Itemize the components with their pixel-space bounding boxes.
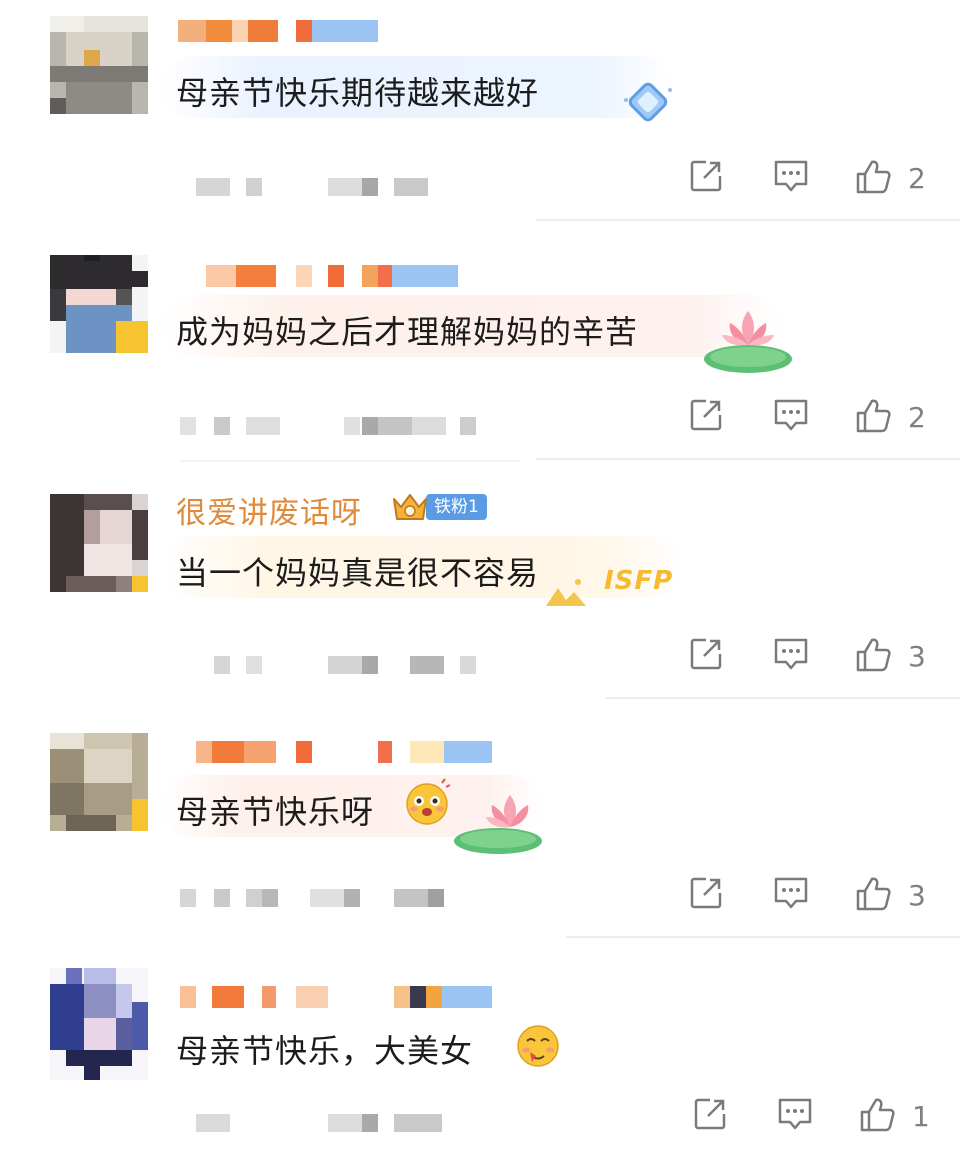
share-icon[interactable] (688, 636, 724, 672)
blushing-emoji-icon (406, 778, 451, 825)
comment-text: 成为妈妈之后才理解妈妈的辛苦 (176, 313, 639, 351)
comment-text: 母亲节快乐呀 (176, 793, 375, 831)
timestamp-blurred (180, 1114, 500, 1138)
comment-item: 母亲节快乐呀 3 (0, 717, 960, 956)
lotus-sticker-icon (454, 795, 542, 854)
lotus-sticker-icon (704, 311, 792, 373)
divider (536, 219, 960, 221)
timestamp-blurred (180, 178, 500, 202)
avatar[interactable] (50, 255, 148, 353)
thumbs-up-icon[interactable] (854, 397, 892, 435)
action-bar: 2 (680, 397, 940, 447)
thumbs-up-icon[interactable] (854, 636, 892, 674)
fan-badge-label: 铁粉1 (426, 494, 487, 520)
thumbs-up-icon[interactable] (854, 158, 892, 196)
share-icon[interactable] (688, 875, 724, 911)
like-count: 3 (908, 640, 926, 673)
comment-icon[interactable] (772, 636, 810, 672)
action-bar: 3 (680, 636, 940, 686)
divider (566, 936, 960, 938)
diamond-sticker-icon (624, 82, 672, 122)
hugging-emoji-icon (517, 1025, 559, 1067)
username-blurred[interactable] (178, 16, 508, 46)
timestamp-blurred (180, 889, 500, 913)
comment-text: 当一个妈妈真是很不容易 (176, 554, 540, 592)
comment-item: 很爱讲废话呀 铁粉1 当一个妈妈真是很不容易 ISFP 3 (0, 478, 960, 717)
comment-icon[interactable] (772, 158, 810, 194)
crown-icon (393, 494, 427, 520)
isfp-sticker: ISFP (544, 562, 678, 614)
timestamp-blurred (180, 417, 500, 441)
action-bar: 3 (680, 875, 940, 925)
thumbs-up-icon[interactable] (854, 875, 892, 913)
comment-text: 母亲节快乐期待越来越好 (176, 74, 540, 112)
avatar[interactable] (50, 968, 148, 1080)
comment-icon[interactable] (772, 875, 810, 911)
avatar[interactable] (50, 733, 148, 831)
share-icon[interactable] (692, 1096, 728, 1132)
thumbs-up-icon[interactable] (858, 1096, 896, 1134)
divider (180, 460, 520, 462)
avatar[interactable] (50, 494, 148, 592)
like-count: 1 (912, 1100, 930, 1133)
action-bar: 2 (680, 158, 940, 208)
username-blurred[interactable] (178, 737, 508, 767)
timestamp-blurred (180, 656, 500, 680)
divider (536, 458, 960, 460)
action-bar: 1 (680, 1096, 940, 1146)
share-icon[interactable] (688, 158, 724, 194)
isfp-label: ISFP (604, 566, 674, 596)
avatar[interactable] (50, 16, 148, 114)
comment-item: 成为妈妈之后才理解妈妈的辛苦 2 (0, 239, 960, 478)
comment-icon[interactable] (772, 397, 810, 433)
like-count: 3 (908, 879, 926, 912)
like-count: 2 (908, 401, 926, 434)
fan-badge: 铁粉1 (390, 492, 487, 522)
sparkle-icon (546, 579, 586, 606)
share-icon[interactable] (688, 397, 724, 433)
username-blurred[interactable] (178, 261, 508, 291)
username-blurred[interactable] (178, 982, 508, 1012)
comment-icon[interactable] (776, 1096, 814, 1132)
comment-item: 母亲节快乐，大美女 1 (0, 956, 960, 1157)
divider (606, 697, 960, 699)
comment-item: 母亲节快乐期待越来越好 2 (0, 0, 960, 239)
username[interactable]: 很爱讲废话呀 (176, 488, 362, 532)
comment-text: 母亲节快乐，大美女 (176, 1032, 474, 1070)
like-count: 2 (908, 162, 926, 195)
